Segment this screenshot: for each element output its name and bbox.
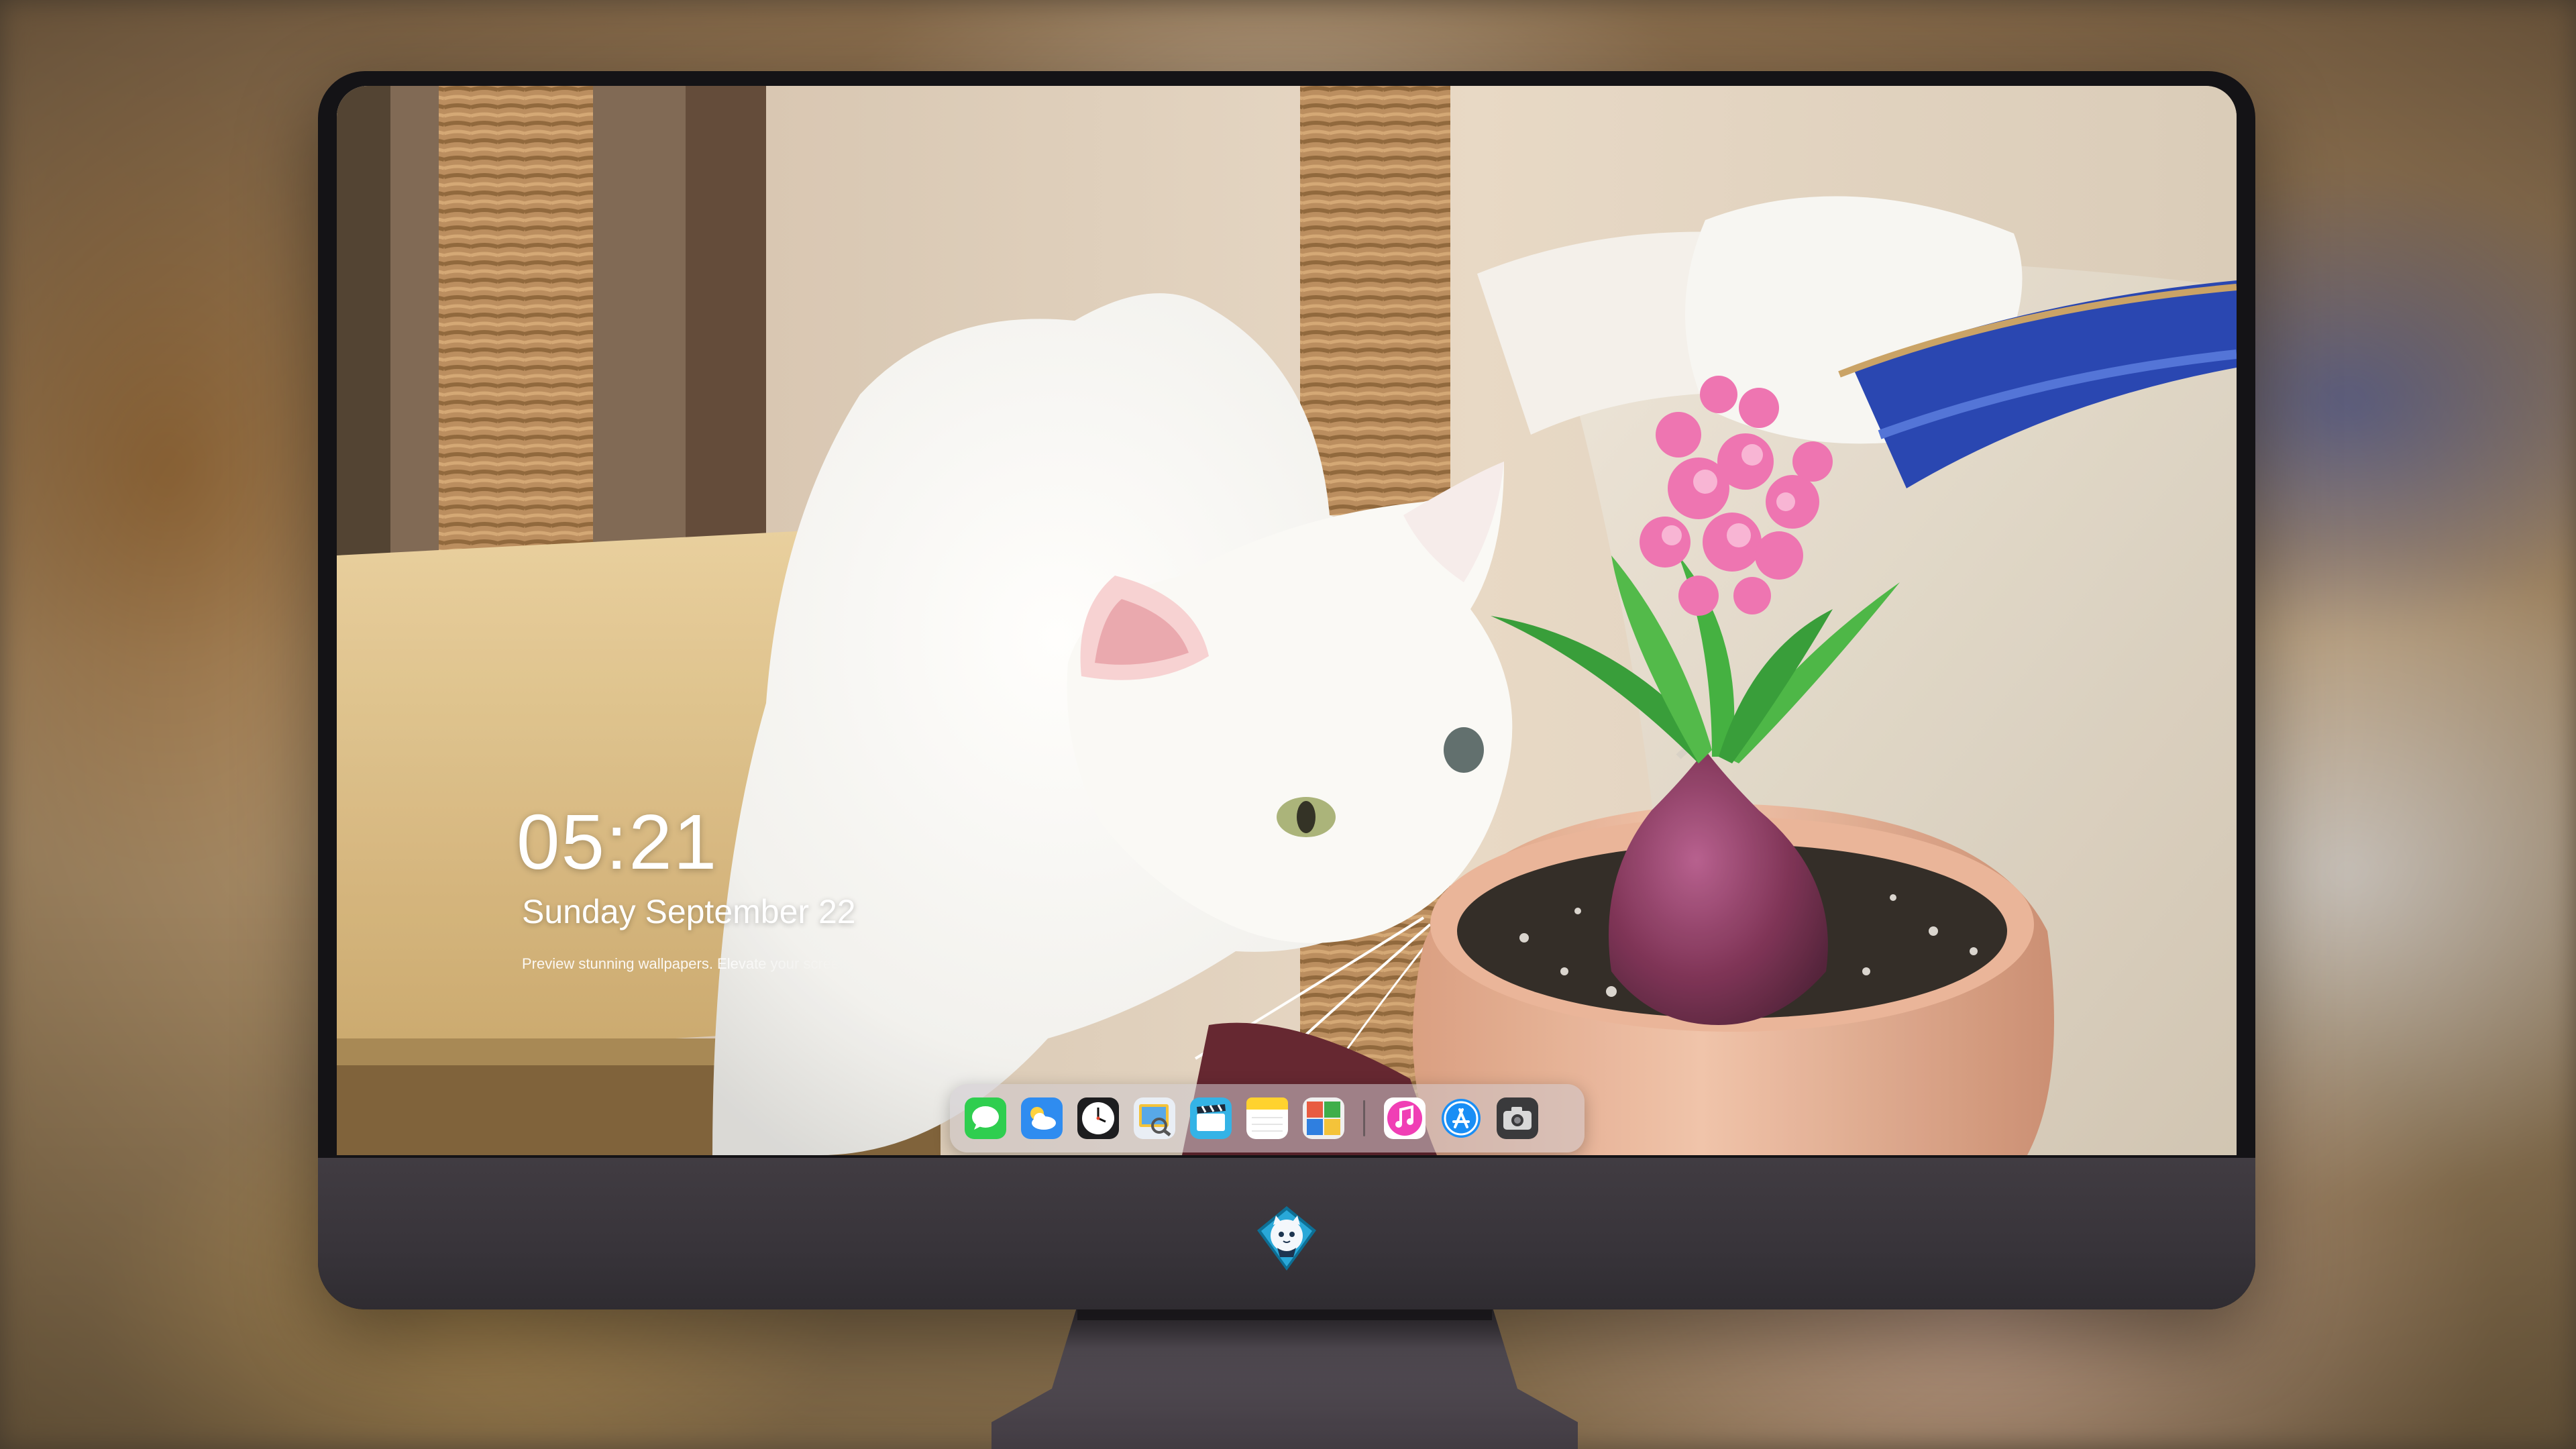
monitor: 05:21 Sunday September 22 Preview stunni… [318, 71, 2255, 1309]
clapperboard-icon [1190, 1097, 1232, 1139]
photo-booth-icon [1303, 1097, 1344, 1139]
dock-app-music[interactable] [1384, 1097, 1426, 1139]
dock [950, 1084, 1585, 1152]
lockscreen-date: Sunday September 22 [522, 893, 856, 930]
desktop-stage: 05:21 Sunday September 22 Preview stunni… [0, 0, 2576, 1449]
music-note-icon [1384, 1097, 1426, 1139]
dock-app-preview[interactable] [1134, 1097, 1175, 1139]
app-store-icon [1442, 1099, 1481, 1138]
clock-icon [1077, 1097, 1119, 1139]
dock-app-weather[interactable] [1021, 1097, 1063, 1139]
camera-icon [1497, 1097, 1538, 1139]
lockscreen-clock: 05:21 [517, 798, 718, 885]
cat-mascot-icon [1257, 1206, 1316, 1271]
preview-icon [1134, 1097, 1175, 1139]
dock-separator [1363, 1100, 1365, 1136]
screen: 05:21 Sunday September 22 Preview stunni… [337, 86, 2237, 1155]
dock-app-clock[interactable] [1077, 1097, 1119, 1139]
lockscreen-tagline: Preview stunning wallpapers. Elevate you… [522, 955, 848, 972]
dock-app-photo-booth[interactable] [1303, 1097, 1344, 1139]
wallpaper-image [337, 86, 2237, 1155]
dock-app-clips[interactable] [1190, 1097, 1232, 1139]
message-bubble-icon [965, 1097, 1006, 1139]
dock-app-messages[interactable] [965, 1097, 1006, 1139]
dock-app-app-store[interactable] [1440, 1097, 1482, 1139]
weather-cloud-icon [1021, 1097, 1063, 1139]
dock-app-camera[interactable] [1497, 1097, 1538, 1139]
notes-icon [1246, 1097, 1288, 1139]
dock-app-notes[interactable] [1246, 1097, 1288, 1139]
